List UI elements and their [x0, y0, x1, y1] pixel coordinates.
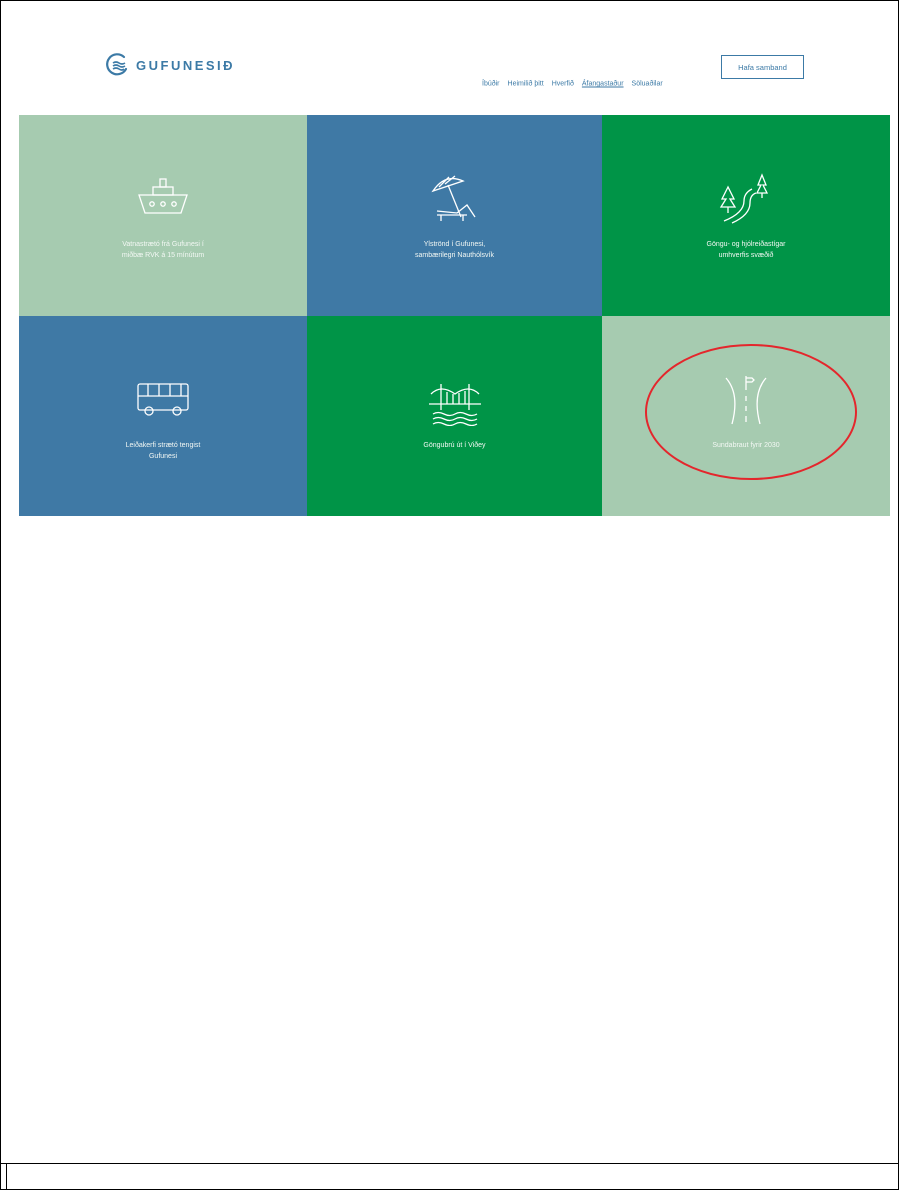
feature-grid: Vatnastrætó frá Gufunesi í miðbæ RVK á 1…	[19, 115, 890, 516]
tile-beach[interactable]: Ylströnd í Gufunesi, sambærilegri Nauthó…	[307, 115, 602, 316]
tile-bus-caption-1: Leiðakerfi strætó tengist	[125, 442, 201, 449]
logo[interactable]: GUFUNESIÐ	[104, 50, 235, 80]
bottom-left-divider	[6, 1163, 7, 1190]
road-icon	[725, 376, 767, 425]
bottom-divider	[0, 1163, 899, 1164]
tile-trails[interactable]: Göngu- og hjólreiðastígar umhverfis svæð…	[602, 115, 890, 316]
bridge-icon	[428, 384, 481, 426]
tile-road-caption-1: Sundabraut fyrir 2030	[712, 442, 780, 449]
ferry-icon	[138, 178, 188, 214]
nav-item-soluadilar[interactable]: Söluaðilar	[632, 81, 663, 88]
bus-icon	[137, 383, 189, 416]
tile-bridge-caption-1: Göngubrú út í Viðey	[423, 442, 486, 449]
contact-button[interactable]: Hafa samband	[721, 55, 804, 79]
nav-item-afangastadur[interactable]: Áfangastaður	[582, 81, 624, 88]
logo-text: GUFUNESIÐ	[136, 57, 236, 73]
main-nav: Íbúðir Heimilið þitt Hverfið Áfangastaðu…	[482, 81, 663, 88]
tile-ferry-caption-2: miðbæ RVK á 15 mínútum	[121, 252, 205, 259]
tile-bridge[interactable]: Göngubrú út í Viðey	[307, 316, 602, 516]
tile-trails-caption-2: umhverfis svæðið	[718, 252, 774, 259]
nav-item-hverfid[interactable]: Hverfið	[552, 81, 574, 88]
tile-bus[interactable]: Leiðakerfi strætó tengist Gufunesi	[19, 316, 307, 516]
trail-trees-icon	[719, 173, 769, 224]
beach-umbrella-icon	[430, 175, 476, 221]
nav-item-ibudir[interactable]: Íbúðir	[482, 81, 500, 88]
logo-icon	[106, 53, 128, 76]
tile-beach-caption-1: Ylströnd í Gufunesi,	[423, 241, 486, 248]
tile-road[interactable]: Sundabraut fyrir 2030	[602, 316, 890, 516]
nav-item-heimilid[interactable]: Heimilið þitt	[508, 81, 544, 88]
tile-beach-caption-2: sambærilegri Nauthólsvík	[415, 252, 494, 259]
tile-ferry-caption-1: Vatnastrætó frá Gufunesi í	[122, 241, 204, 248]
tile-bus-caption-2: Gufunesi	[148, 453, 178, 460]
tile-trails-caption-1: Göngu- og hjólreiðastígar	[706, 241, 786, 248]
tile-ferry[interactable]: Vatnastrætó frá Gufunesi í miðbæ RVK á 1…	[19, 115, 307, 316]
